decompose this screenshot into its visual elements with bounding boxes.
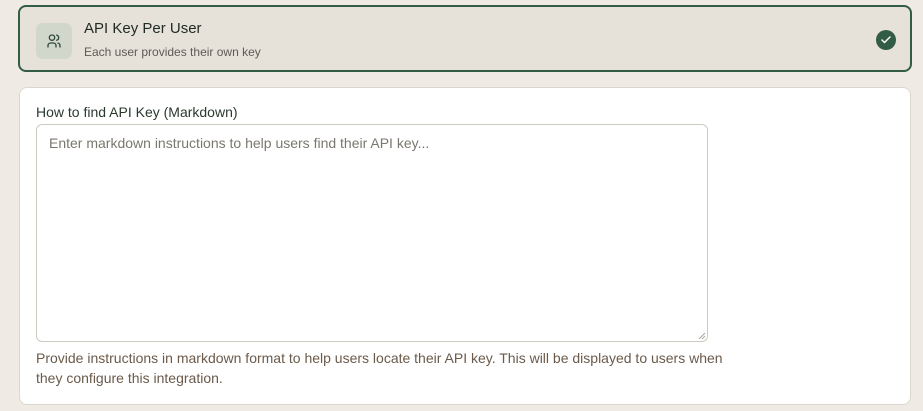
api-key-instructions-card: How to find API Key (Markdown) Provide i… xyxy=(19,87,911,405)
instructions-help-text: Provide instructions in markdown format … xyxy=(36,350,723,386)
instructions-label: How to find API Key (Markdown) xyxy=(36,104,238,120)
option-title: API Key Per User xyxy=(84,20,202,37)
selected-check-badge xyxy=(876,30,896,50)
users-icon xyxy=(47,34,61,48)
resize-handle-icon[interactable] xyxy=(698,332,706,340)
markdown-instructions-textarea[interactable] xyxy=(36,124,708,342)
option-subtitle: Each user provides their own key xyxy=(84,45,261,59)
api-key-per-user-option[interactable]: API Key Per User Each user provides thei… xyxy=(18,5,912,72)
check-icon xyxy=(881,36,891,44)
option-text: API Key Per User Each user provides thei… xyxy=(84,19,261,60)
option-icon-container xyxy=(36,23,72,59)
